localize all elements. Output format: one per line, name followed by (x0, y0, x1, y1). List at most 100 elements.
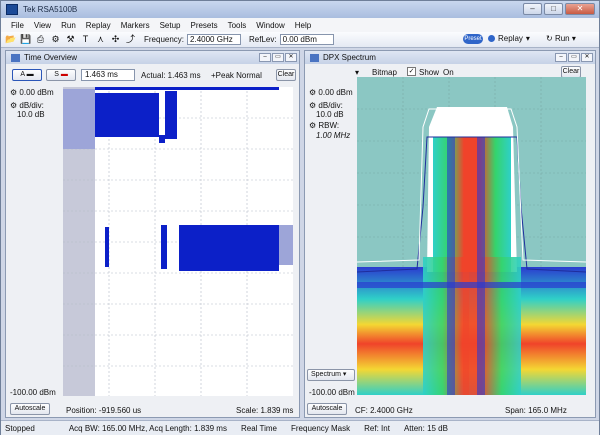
app-window: Tek RSA5100B – □ ✕ File View Run Replay … (0, 0, 600, 435)
window-title: Tek RSA5100B (23, 5, 78, 14)
bottom-ref: -100.00 dBm (309, 388, 355, 397)
menu-tools[interactable]: Tools (228, 21, 247, 30)
dpx-spectrum-plot[interactable] (357, 77, 586, 395)
bitmap-label: Bitmap (372, 68, 397, 77)
atten-status: Atten: 15 dB (403, 423, 448, 433)
ref-level-value: 0.00 dBm (318, 88, 353, 97)
status-bar: Stopped Acq BW: 165.00 MHz, Acq Length: … (1, 420, 599, 435)
menu-presets[interactable]: Presets (190, 21, 217, 30)
on-label: On (443, 68, 454, 77)
frequency-label: Frequency: (144, 35, 185, 44)
dbdiv-label: ⚙ dB/div: (309, 101, 343, 110)
chevron-down-icon[interactable]: ▾ (355, 68, 359, 77)
realtime-status: Real Time (240, 423, 277, 433)
menu-replay[interactable]: Replay (86, 21, 111, 30)
cf-readout[interactable]: CF: 2.4000 GHz (355, 406, 413, 415)
panel-minimize-button[interactable]: – (259, 53, 271, 62)
menu-setup[interactable]: Setup (160, 21, 181, 30)
panel-close-button[interactable]: ✕ (581, 53, 593, 62)
menu-file[interactable]: File (11, 21, 24, 30)
show-label: Show (419, 68, 440, 77)
run-button[interactable]: ↻ Run ▾ (546, 34, 576, 43)
show-checkbox[interactable]: ✓ (407, 67, 416, 76)
tools-icon[interactable]: ✣ (110, 34, 121, 45)
reflev-field[interactable]: 0.00 dBm (279, 34, 334, 45)
title-bar: Tek RSA5100B – □ ✕ (1, 1, 599, 18)
dbdiv-value: 10.0 dB (17, 110, 45, 119)
minimize-button[interactable]: – (523, 3, 542, 15)
save-icon[interactable]: 💾 (20, 34, 31, 45)
menu-run[interactable]: Run (61, 21, 76, 30)
run-state: Stopped (5, 423, 35, 433)
panel-icon (310, 53, 319, 62)
time-overview-title: Time Overview (24, 53, 78, 62)
chevron-down-icon: ▾ (342, 371, 347, 378)
run-label: Run (554, 34, 570, 43)
frequency-mask-status[interactable]: Frequency Mask (291, 424, 350, 433)
dbdiv-label: ⚙ dB/div: (10, 101, 44, 110)
ref-level: ⚙ 0.00 dBm (309, 88, 353, 97)
close-button[interactable]: ✕ (565, 3, 595, 15)
peak-icon[interactable]: ⋏ (95, 34, 106, 45)
rbw-label: ⚙ RBW: (309, 121, 339, 130)
autoscale-button[interactable]: Autoscale (10, 403, 50, 415)
menu-view[interactable]: View (34, 21, 51, 30)
acq-info: Acq BW: 165.00 MHz, Acq Length: 1.839 ms (68, 423, 227, 433)
chevron-down-icon[interactable]: ▾ (572, 34, 576, 43)
time-overview-plot[interactable] (63, 87, 293, 396)
measure-icon[interactable]: ⤴ (125, 34, 136, 45)
open-icon[interactable]: 📂 (5, 34, 16, 45)
panel-icon (11, 53, 20, 62)
maximize-button[interactable]: □ (544, 3, 563, 15)
marker-a-button[interactable]: A ▬ (12, 69, 42, 81)
replay-icon (488, 35, 495, 42)
menu-window[interactable]: Window (256, 21, 284, 30)
panel-minimize-button[interactable]: – (555, 53, 567, 62)
ref-level-value: 0.00 dBm (19, 88, 54, 97)
ref-level: ⚙ 0.00 dBm (10, 88, 54, 97)
dbdiv-label-text: dB/div: (19, 101, 44, 110)
text-icon[interactable]: T (80, 34, 91, 45)
dbdiv-label-text: dB/div: (318, 101, 343, 110)
panel-restore-button[interactable]: ▭ (272, 53, 284, 62)
chevron-down-icon[interactable]: ▾ (526, 34, 530, 43)
menu-bar: File View Run Replay Markers Setup Prese… (1, 18, 599, 32)
settings-icon[interactable]: ⚙ (309, 101, 318, 110)
autoscale-button[interactable]: Autoscale (307, 403, 347, 415)
replay-label: Replay (498, 34, 523, 43)
spectrum-select[interactable]: Spectrum ▾ (307, 369, 355, 381)
marker-icon[interactable]: ⚒ (65, 34, 76, 45)
settings-icon[interactable]: ⚙ (50, 34, 61, 45)
reflev-label: RefLev: (249, 35, 277, 44)
menu-help[interactable]: Help (295, 21, 311, 30)
settings-icon[interactable]: ⚙ (309, 121, 318, 130)
rbw-value: 1.00 MHz (316, 131, 351, 140)
settings-icon[interactable]: ⚙ (309, 88, 318, 97)
marker-s-label: S (54, 71, 59, 78)
dbdiv-value: 10.0 dB (316, 110, 344, 119)
span-readout[interactable]: Span: 165.0 MHz (505, 406, 567, 415)
preset-button[interactable]: Preset (463, 34, 483, 44)
clear-button[interactable]: Clear (276, 69, 296, 81)
panel-close-button[interactable]: ✕ (285, 53, 297, 62)
frequency-field[interactable]: 2.4000 GHz (187, 34, 242, 45)
panel-restore-button[interactable]: ▭ (568, 53, 580, 62)
rbw-label-text: RBW: (318, 121, 340, 130)
replay-button[interactable]: Replay ▾ (488, 34, 530, 43)
scale-readout[interactable]: Scale: 1.839 ms (236, 406, 293, 415)
settings-icon[interactable]: ⚙ (10, 101, 19, 110)
app-icon (6, 4, 18, 15)
menu-markers[interactable]: Markers (121, 21, 150, 30)
settings-icon[interactable]: ⚙ (10, 88, 19, 97)
dpx-titlebar: DPX Spectrum – ▭ ✕ (305, 51, 595, 64)
detection-mode: +Peak Normal (211, 71, 262, 80)
marker-s-button[interactable]: S ▬ (46, 69, 76, 81)
print-icon[interactable]: ⎙ (35, 34, 46, 45)
actual-readout: Actual: 1.463 ms (141, 71, 201, 80)
time-input[interactable]: 1.463 ms (81, 69, 135, 81)
bottom-ref: -100.00 dBm (10, 388, 56, 397)
ref-status: Ref: Int (364, 423, 390, 433)
toolbar: 📂 💾 ⎙ ⚙ ⚒ T ⋏ ✣ ⤴ Frequency: 2.4000 GHz … (1, 32, 599, 48)
position-readout[interactable]: Position: -919.560 us (66, 406, 141, 415)
run-icon: ↻ (546, 34, 553, 43)
